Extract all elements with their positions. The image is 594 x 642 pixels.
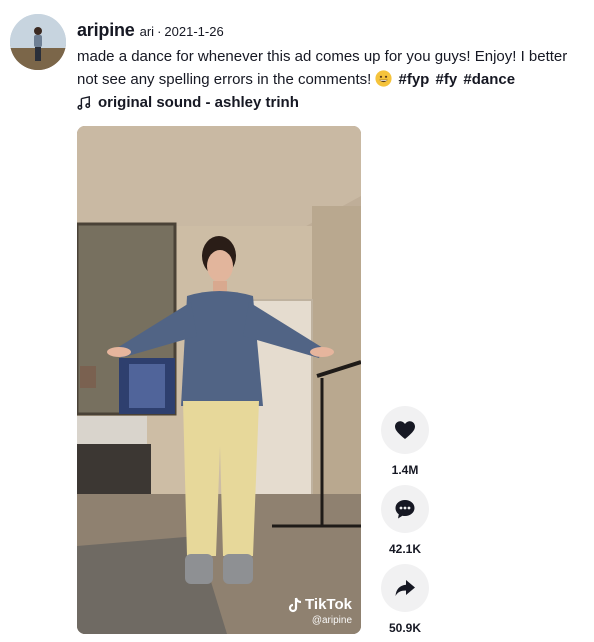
comment-count: 42.1K (388, 542, 422, 556)
watermark-brand: TikTok (288, 596, 352, 613)
comment-action: 42.1K (381, 485, 429, 556)
hashtag-link[interactable]: #fyp (398, 71, 429, 88)
author-line: aripine ari · 2021-1-26 (77, 20, 584, 41)
video-watermark: TikTok @aripine (288, 596, 352, 626)
avatar-image (10, 14, 66, 70)
like-count: 1.4M (391, 463, 419, 477)
author-username[interactable]: aripine (77, 20, 135, 41)
music-link[interactable]: original sound - ashley trinh (77, 94, 299, 111)
music-note-icon (77, 95, 91, 110)
watermark-brand-text: TikTok (305, 596, 352, 613)
tiktok-logo-icon (288, 597, 302, 612)
share-count: 50.9K (388, 621, 422, 635)
comment-button[interactable] (381, 485, 429, 533)
like-button[interactable] (381, 406, 429, 454)
hashtag-link[interactable]: #fy (436, 71, 458, 88)
heart-icon (395, 421, 415, 439)
author-avatar[interactable] (10, 14, 66, 70)
like-action: 1.4M (381, 406, 429, 477)
hashtag-link[interactable]: #dance (463, 71, 515, 88)
grinning-face-emoji-icon (375, 70, 393, 87)
post-header: aripine ari · 2021-1-26 (77, 20, 584, 41)
video-player[interactable]: TikTok @aripine (77, 126, 361, 634)
video-frame (77, 126, 361, 634)
share-button[interactable] (381, 564, 429, 612)
watermark-handle: @aripine (311, 615, 352, 626)
share-action: 50.9K (381, 564, 429, 635)
post-date: 2021-1-26 (164, 24, 224, 39)
comment-bubble-icon (395, 500, 415, 519)
post-caption: made a dance for whenever this ad comes … (77, 45, 587, 91)
separator-dot: · (157, 24, 162, 39)
author-nickname: ari (139, 24, 155, 39)
music-title: original sound - ashley trinh (98, 94, 299, 111)
share-arrow-icon (395, 580, 415, 596)
